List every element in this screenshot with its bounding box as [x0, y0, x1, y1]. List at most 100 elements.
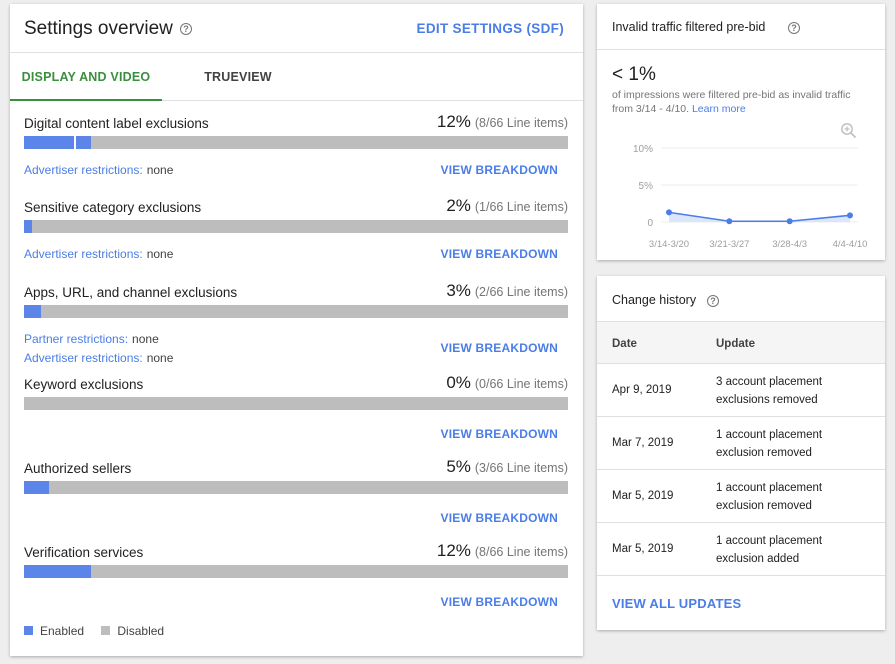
row-label: Keyword exclusions [24, 377, 144, 392]
legend-item-enabled: Enabled [24, 624, 84, 638]
settings-header: Settings overview ? EDIT SETTINGS (SDF) [10, 4, 583, 53]
data-point [786, 218, 793, 225]
restriction-value: none [146, 163, 174, 177]
row-label: Authorized sellers [24, 461, 132, 476]
restriction-link[interactable]: Advertiser restrictions: [24, 163, 143, 177]
row-line-item-count: (8/66 Line items) [474, 116, 568, 130]
progress-bar-fill [24, 305, 41, 318]
progress-bar-fill [24, 565, 91, 578]
legend-swatch-disabled [101, 626, 111, 636]
restriction-value: none [132, 332, 159, 346]
progress-bar-fill [24, 136, 91, 149]
invalid-traffic-description: of impressions were filtered pre-bid as … [612, 88, 874, 116]
table-row: Mar 5, 2019 1 account placement exclusion… [597, 523, 885, 576]
x-tick-label: 3/21-3/27 [709, 239, 749, 250]
help-icon[interactable]: ? [180, 23, 192, 35]
restriction-link[interactable]: Advertiser restrictions: [24, 351, 143, 365]
row-pct-value: 0% [446, 373, 471, 392]
row-line-item-count: (0/66 Line items) [474, 377, 568, 391]
progress-bar [24, 481, 568, 494]
progress-bar [24, 305, 568, 318]
column-header-date: Date [612, 338, 637, 350]
row-percentage: 2% (1/66 Line items) [446, 196, 568, 216]
row-date: Mar 7, 2019 [612, 437, 674, 449]
restriction-line: Partner restrictions: none [24, 332, 159, 346]
view-breakdown-button[interactable]: VIEW BREAKDOWN [441, 427, 558, 441]
row-update: 1 account placement exclusion removed [716, 482, 823, 512]
row-pct-value: 5% [446, 457, 471, 476]
invalid-traffic-value: < 1% [612, 64, 656, 85]
row-update: 3 account placement exclusions removed [716, 376, 823, 406]
row-line-item-count: (2/66 Line items) [474, 285, 568, 299]
row-pct-value: 3% [446, 281, 471, 300]
legend-label: Enabled [40, 624, 85, 638]
row-line-item-count: (3/66 Line items) [474, 461, 568, 475]
row-percentage: 3% (2/66 Line items) [446, 281, 568, 301]
x-tick-label: 4/4-4/10 [833, 239, 868, 250]
row-pct-value: 12% [436, 541, 471, 560]
legend-swatch-enabled [24, 626, 33, 636]
restriction-link[interactable]: Advertiser restrictions: [24, 247, 143, 261]
change-history-card: Change history ? Date Update Apr 9, 2019… [597, 276, 885, 630]
view-breakdown-button[interactable]: VIEW BREAKDOWN [441, 163, 558, 177]
invalid-traffic-title: Invalid traffic filtered pre-bid [612, 20, 766, 34]
tab-bar: DISPLAY AND VIDEO TRUEVIEW [10, 53, 583, 101]
progress-bar [24, 565, 568, 578]
data-point [847, 212, 853, 219]
row-date: Apr 9, 2019 [612, 384, 672, 396]
row-percentage: 12% (8/66 Line items) [437, 112, 568, 132]
view-breakdown-button[interactable]: VIEW BREAKDOWN [441, 247, 558, 261]
progress-bar [24, 136, 568, 149]
invalid-traffic-card: Invalid traffic filtered pre-bid ? < 1% … [597, 4, 885, 260]
row-pct-value: 12% [436, 112, 471, 131]
tab-trueview[interactable]: TRUEVIEW [162, 53, 314, 101]
restriction-link[interactable]: Partner restrictions: [24, 332, 128, 346]
view-breakdown-button[interactable]: VIEW BREAKDOWN [441, 595, 558, 609]
restriction-value: none [146, 351, 174, 365]
learn-more-link[interactable]: Learn more [692, 103, 746, 115]
progress-bar-fill [24, 481, 50, 494]
table-header: Date Update [597, 322, 885, 364]
invalid-traffic-header: Invalid traffic filtered pre-bid ? [597, 4, 885, 50]
change-history-title: Change history [612, 293, 697, 307]
row-line-item-count: (8/66 Line items) [474, 545, 568, 559]
x-tick-label: 3/14-3/20 [649, 239, 689, 250]
help-icon[interactable]: ? [788, 22, 800, 34]
legend: Enabled Disabled [24, 624, 178, 638]
progress-bar-divider [74, 136, 77, 149]
change-history-header: Change history ? [597, 276, 885, 322]
row-line-item-count: (1/66 Line items) [474, 200, 568, 214]
row-percentage: 5% (3/66 Line items) [446, 457, 568, 477]
row-label: Digital content label exclusions [24, 116, 209, 131]
view-all-updates-button[interactable]: VIEW ALL UPDATES [612, 596, 741, 611]
table-row: Mar 5, 2019 1 account placement exclusion… [597, 470, 885, 523]
restriction-line: Advertiser restrictions: none [24, 247, 173, 261]
settings-title: Settings overview [24, 18, 173, 39]
restriction-value: none [146, 247, 174, 261]
view-breakdown-button[interactable]: VIEW BREAKDOWN [441, 341, 558, 355]
row-date: Mar 5, 2019 [612, 490, 674, 502]
row-label: Apps, URL, and channel exclusions [24, 285, 238, 300]
row-pct-value: 2% [446, 196, 471, 215]
legend-item-disabled: Disabled [101, 624, 164, 638]
view-breakdown-button[interactable]: VIEW BREAKDOWN [441, 511, 558, 525]
tab-display-and-video[interactable]: DISPLAY AND VIDEO [10, 53, 162, 101]
table-row: Apr 9, 2019 3 account placement exclusion… [597, 364, 885, 417]
row-update: 1 account placement exclusion added [716, 535, 823, 565]
help-icon[interactable]: ? [707, 295, 719, 307]
invalid-traffic-chart: 10% 5% 0 3/14-3/20 3/21-3/27 3/28-4/3 4/4-4/10 [633, 144, 868, 250]
y-tick-label: 5% [639, 181, 654, 192]
data-point [726, 218, 733, 225]
progress-bar-fill [24, 220, 33, 233]
row-date: Mar 5, 2019 [612, 543, 674, 555]
progress-bar [24, 397, 568, 410]
row-percentage: 0% (0/66 Line items) [446, 373, 568, 393]
x-tick-label: 3/28-4/3 [772, 239, 807, 250]
change-history-table: Date Update Apr 9, 2019 3 account placeme… [597, 322, 885, 576]
y-tick-label: 10% [633, 144, 653, 155]
edit-settings-button[interactable]: EDIT SETTINGS (SDF) [417, 21, 564, 36]
row-update: 1 account placement exclusion removed [716, 429, 823, 459]
restriction-line: Advertiser restrictions: none [24, 351, 173, 365]
legend-label: Disabled [117, 624, 165, 638]
row-label: Sensitive category exclusions [24, 200, 202, 215]
